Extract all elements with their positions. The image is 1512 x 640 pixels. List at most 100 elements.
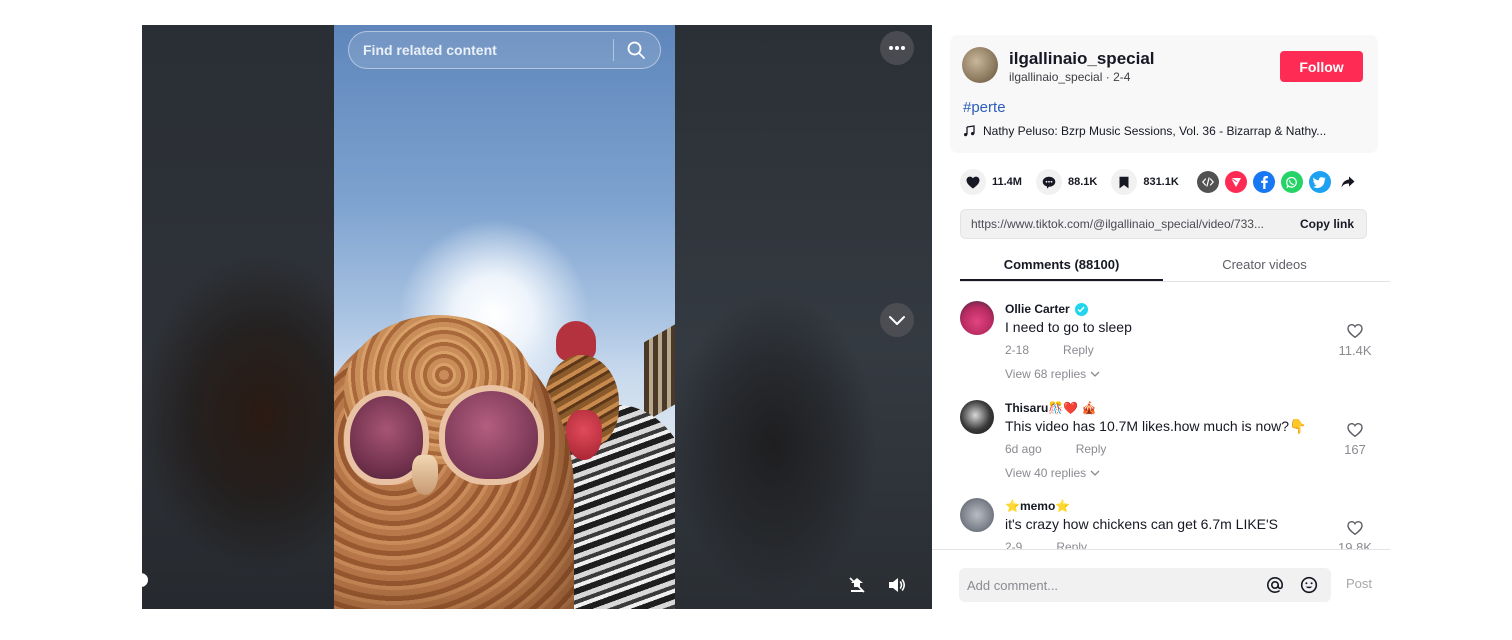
find-related-search[interactable]: Find related content <box>348 31 661 69</box>
video-link-box: https://www.tiktok.com/@ilgallinaio_spec… <box>960 209 1367 239</box>
comment-composer: Post <box>932 549 1390 609</box>
comment-count: 88.1K <box>1067 176 1098 188</box>
comment-like[interactable]: 167 <box>1330 422 1380 457</box>
mention-icon[interactable] <box>1263 573 1287 597</box>
add-comment-input[interactable] <box>967 577 1263 593</box>
comment-date: 6d ago <box>1005 442 1042 456</box>
chevron-down-icon <box>1090 371 1100 377</box>
save-button[interactable] <box>1111 169 1138 195</box>
facebook-icon[interactable] <box>1252 171 1275 193</box>
video-scene-hen-wattle <box>566 410 602 460</box>
commenter-avatar[interactable] <box>960 400 994 434</box>
chevron-down-icon <box>889 316 905 325</box>
comment-button[interactable] <box>1035 169 1062 195</box>
comment-date: 2-9 <box>1005 540 1023 549</box>
comment-list[interactable]: Ollie Carter I need to go to sleep 2-18 … <box>932 283 1390 549</box>
follow-button[interactable]: Follow <box>1280 51 1363 82</box>
commenter-avatar[interactable] <box>960 498 994 532</box>
comment-meta: 6d ago Reply <box>1005 442 1106 456</box>
floating-player-button[interactable] <box>843 571 871 599</box>
commenter-name[interactable]: Thisaru🎊❤️ 🎪 <box>1005 401 1097 415</box>
search-placeholder[interactable]: Find related content <box>363 42 613 58</box>
like-action[interactable]: 11.4M <box>960 169 1022 195</box>
bookmark-icon <box>1119 176 1129 188</box>
chevron-down-icon <box>1090 470 1100 476</box>
copy-link-button[interactable]: Copy link <box>1288 217 1366 231</box>
like-count: 11.4M <box>992 176 1022 188</box>
share-icons <box>1196 171 1359 193</box>
send-to-friends-icon[interactable] <box>1224 171 1247 193</box>
reply-button[interactable]: Reply <box>1063 343 1094 357</box>
commenter-name[interactable]: Ollie Carter <box>1005 302 1070 316</box>
more-dots-icon <box>889 46 905 50</box>
save-action[interactable]: 831.1K <box>1111 169 1179 195</box>
details-panel: ilgallinaio_special ilgallinaio_special … <box>932 25 1390 609</box>
reply-button[interactable]: Reply <box>1056 540 1087 549</box>
video-scene-roof <box>644 307 675 423</box>
music-note-icon <box>964 125 975 137</box>
verified-badge-icon <box>1074 302 1088 316</box>
comment-meta: 2-18 Reply <box>1005 343 1094 357</box>
search-icon[interactable] <box>626 40 646 60</box>
search-divider <box>613 39 614 61</box>
music-title[interactable]: Nathy Peluso: Bzrp Music Sessions, Vol. … <box>983 124 1326 138</box>
emoji-icon[interactable] <box>1297 573 1321 597</box>
comment-bubble-icon <box>1042 176 1056 189</box>
heart-icon <box>966 176 980 188</box>
comment-like[interactable]: 19.8K <box>1330 520 1380 549</box>
embed-icon[interactable] <box>1196 171 1219 193</box>
next-video-button[interactable] <box>880 303 914 337</box>
more-options-button[interactable] <box>880 31 914 65</box>
tab-comments[interactable]: Comments (88100) <box>960 253 1163 281</box>
post-button[interactable]: Post <box>1346 576 1372 591</box>
video-blur-background-left <box>142 25 334 609</box>
comment-text: This video has 10.7M likes.how much is n… <box>1005 418 1307 434</box>
commenter-name-row: Ollie Carter <box>1005 302 1088 316</box>
comment-like-count: 19.8K <box>1338 540 1372 549</box>
video-frame[interactable] <box>334 25 675 609</box>
commenter-name[interactable]: ⭐memo⭐ <box>1005 499 1070 513</box>
action-bar: 11.4M 88.1K 831.1K <box>960 169 1370 195</box>
volume-button[interactable] <box>883 571 911 599</box>
comment-like-count: 11.4K <box>1338 343 1372 358</box>
share-arrow-icon[interactable] <box>1337 171 1359 193</box>
comment-text: I need to go to sleep <box>1005 319 1132 335</box>
twitter-icon[interactable] <box>1308 171 1331 193</box>
panel-tabs: Comments (88100) Creator videos <box>960 253 1390 282</box>
heart-outline-icon[interactable] <box>1347 520 1363 536</box>
comment-text: it's crazy how chickens can get 6.7m LIK… <box>1005 516 1279 532</box>
video-player[interactable]: Find related content <box>142 25 932 609</box>
creator-subline: ilgallinaio_special · 2-4 <box>1009 70 1130 84</box>
video-scene-heart-glasses-right <box>439 385 544 485</box>
view-replies-button[interactable]: View 40 replies <box>1005 466 1100 480</box>
view-replies-button[interactable]: View 68 replies <box>1005 367 1100 381</box>
tab-creator-videos[interactable]: Creator videos <box>1163 253 1366 281</box>
save-count: 831.1K <box>1143 176 1179 188</box>
heart-outline-icon[interactable] <box>1347 422 1363 438</box>
video-scene-beak <box>412 455 438 495</box>
view-replies-label[interactable]: View 68 replies <box>1005 367 1086 381</box>
creator-avatar[interactable] <box>962 47 998 83</box>
like-button[interactable] <box>960 169 986 195</box>
creator-card: ilgallinaio_special ilgallinaio_special … <box>950 35 1378 153</box>
comment-action[interactable]: 88.1K <box>1035 169 1098 195</box>
view-replies-label[interactable]: View 40 replies <box>1005 466 1086 480</box>
floating-player-icon <box>849 577 865 593</box>
whatsapp-icon[interactable] <box>1280 171 1303 193</box>
hashtag-link[interactable]: #perte <box>963 99 1006 116</box>
music-link[interactable]: Nathy Peluso: Bzrp Music Sessions, Vol. … <box>963 124 1326 138</box>
comment-meta: 2-9 Reply <box>1005 540 1087 549</box>
creator-username[interactable]: ilgallinaio_special <box>1009 49 1155 69</box>
comment-like-count: 167 <box>1344 442 1366 457</box>
comment-like[interactable]: 11.4K <box>1330 323 1380 358</box>
creator-handle[interactable]: ilgallinaio_special <box>1009 70 1102 84</box>
comment-date: 2-18 <box>1005 343 1030 357</box>
volume-icon <box>889 578 906 592</box>
subline-separator: · <box>1105 70 1114 84</box>
post-date: 2-4 <box>1113 70 1131 84</box>
reply-button[interactable]: Reply <box>1076 442 1107 456</box>
commenter-avatar[interactable] <box>960 301 994 335</box>
heart-outline-icon[interactable] <box>1347 323 1363 339</box>
video-link-url[interactable]: https://www.tiktok.com/@ilgallinaio_spec… <box>971 217 1288 231</box>
add-comment-box[interactable] <box>959 568 1331 602</box>
